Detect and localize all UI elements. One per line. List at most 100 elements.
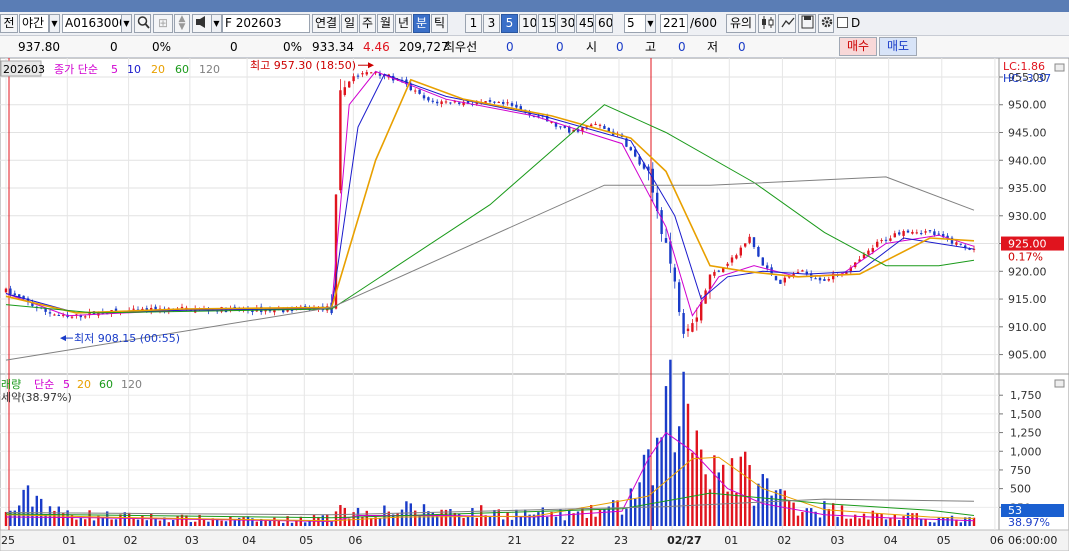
ma-legend-title: 종가 단순 [54, 63, 98, 76]
volume-bar [792, 502, 795, 526]
volume-bar [268, 520, 272, 526]
chevron-down-icon[interactable]: ▼ [121, 14, 132, 33]
interval-button-0[interactable]: 1 [465, 14, 482, 33]
volume-bar [620, 514, 624, 526]
interval-select[interactable]: 5 [624, 14, 646, 33]
volume-bar [695, 430, 698, 526]
volume-bar [176, 516, 179, 526]
buy-button[interactable]: 매수 [839, 37, 877, 56]
chevron-down-icon[interactable]: ▼ [211, 14, 222, 33]
volume-bar [35, 495, 38, 526]
candle-body [348, 81, 351, 88]
volume-bar [92, 520, 96, 526]
period-button-3[interactable]: 년 [395, 14, 412, 33]
volume-bar [770, 495, 773, 526]
volume-bar [277, 521, 280, 526]
compare-icon[interactable]: ⊞ [153, 14, 173, 33]
volume-bar [123, 512, 126, 526]
period-button-2[interactable]: 월 [377, 14, 394, 33]
candle-body [695, 317, 698, 322]
candle-body [414, 90, 417, 92]
interval-button-2[interactable]: 5 [501, 14, 518, 33]
caution-button[interactable]: 유의 [726, 14, 756, 33]
sound-icon[interactable] [192, 14, 212, 33]
chevron-down-icon[interactable]: ▼ [49, 14, 60, 33]
candle-body [933, 231, 936, 236]
candle-icon[interactable] [758, 14, 776, 33]
volume-bar [114, 519, 118, 526]
volume-bar [845, 518, 848, 526]
volume-bar [902, 516, 905, 526]
stock-chart: 955.00950.00945.00940.00935.00930.00925.… [0, 58, 1069, 551]
period-button-5[interactable]: 틱 [431, 14, 448, 33]
period-button-4[interactable]: 분 [413, 14, 430, 33]
volume-bar [924, 519, 927, 526]
save-icon[interactable] [798, 14, 816, 33]
best-label: 최우선 [444, 40, 478, 54]
updown-stepper-icon[interactable]: ▲ ▼ [174, 14, 190, 33]
period-button-1[interactable]: 주 [359, 14, 376, 33]
period-button-0[interactable]: 일 [341, 14, 358, 33]
volume-legend-contract: 세약(38.97%) [1, 390, 72, 404]
candle-body [458, 102, 461, 104]
volume-tick-label: 500 [1010, 483, 1031, 496]
volume-value: 209,727 [399, 40, 449, 54]
value-2: 0 [230, 40, 238, 54]
volume-bar [136, 519, 140, 526]
interval-button-5[interactable]: 30 [557, 14, 575, 33]
search-icon[interactable] [134, 14, 151, 33]
best-value: 0 [506, 40, 514, 54]
corner-label: HC:-3.37 [1003, 72, 1051, 85]
volume-bar [625, 508, 628, 526]
session-select[interactable]: 야간 [19, 14, 49, 33]
volume-bar [427, 511, 430, 526]
volume-bar [708, 489, 712, 526]
d-checkbox[interactable] [837, 17, 848, 28]
volume-legend-period: 120 [121, 378, 142, 391]
candle-body [730, 257, 734, 263]
chevron-down-icon[interactable]: ▼ [645, 14, 656, 33]
sell-button[interactable]: 매도 [879, 37, 917, 56]
volume-bar [128, 512, 131, 526]
volume-bar [748, 465, 751, 526]
candle-body [748, 236, 751, 243]
count-input[interactable]: 221 [660, 14, 688, 33]
interval-button-4[interactable]: 15 [538, 14, 556, 33]
volume-bar [290, 522, 294, 526]
candle-body [823, 279, 826, 281]
interval-button-7[interactable]: 60 [595, 14, 613, 33]
volume-bar [669, 359, 672, 526]
symbol-code-input[interactable]: A0163000 [62, 14, 122, 33]
toolbar: 전 야간 ▼ A0163000 ▼ ⊞ ▲ ▼ ▼ F 202603 연결 5 ▼… [0, 12, 1069, 36]
volume-bar [488, 516, 492, 526]
chart-labels: 202603 종가 단순 5 10 20 60 120 래량 단순 5 20 60 120 세약(38.9… [0, 59, 1065, 529]
interval-button-1[interactable]: 3 [483, 14, 500, 33]
interval-button-3[interactable]: 10 [519, 14, 537, 33]
linked-button[interactable]: 연결 [312, 14, 340, 33]
gear-icon[interactable] [818, 14, 834, 33]
candle-body [779, 279, 782, 284]
volume-bar [400, 509, 404, 526]
chart-grid [0, 58, 1069, 551]
volume-bar [744, 451, 747, 526]
candle-body [818, 277, 822, 281]
candle-body [924, 231, 927, 233]
volume-bar [660, 437, 663, 526]
contract-input[interactable]: F 202603 [222, 14, 310, 33]
ma-legend-period: 120 [199, 63, 220, 76]
volume-bar [928, 522, 932, 526]
candle-body [928, 230, 932, 232]
volume-bar [462, 517, 465, 526]
time-tick-label: 05 [937, 534, 951, 547]
time-tick-label: 04 [884, 534, 898, 547]
interval-button-6[interactable]: 45 [576, 14, 594, 33]
time-tick-label: 03 [831, 534, 845, 547]
trendline-icon[interactable] [778, 14, 796, 33]
time-tick-label: 02 [124, 534, 138, 547]
candle-body [418, 89, 421, 94]
candle-body [594, 123, 597, 125]
session-button[interactable]: 전 [0, 14, 18, 33]
title-bar [0, 0, 1069, 12]
volume-bar [75, 519, 78, 526]
volume-bar [876, 513, 879, 526]
